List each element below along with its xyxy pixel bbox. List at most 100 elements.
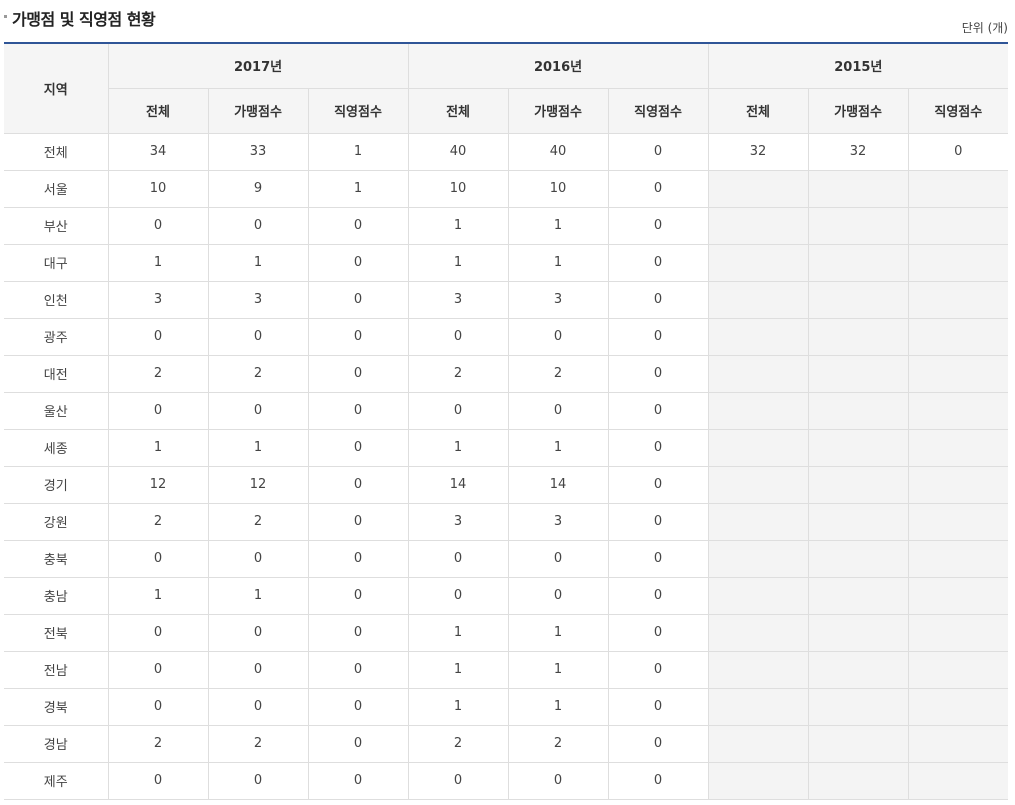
value-cell: 0 — [907, 132, 1009, 171]
value-cell — [707, 169, 809, 208]
value-cell — [707, 761, 809, 800]
value-cell — [807, 539, 909, 578]
value-cell — [707, 317, 809, 356]
value-cell — [907, 724, 1009, 763]
value-cell: 0 — [607, 613, 709, 652]
value-cell: 0 — [507, 539, 609, 578]
value-cell: 0 — [307, 724, 409, 763]
value-cell: 0 — [307, 206, 409, 245]
year-header-2016: 2016년 — [407, 42, 709, 89]
value-cell — [907, 650, 1009, 689]
value-cell: 1 — [507, 243, 609, 282]
value-cell — [807, 391, 909, 430]
value-cell: 0 — [307, 539, 409, 578]
year-header-row: 지역 2017년 2016년 2015년 — [4, 42, 1009, 134]
value-cell: 1 — [207, 428, 309, 467]
sub-header-direct: 직영점수 — [307, 87, 409, 134]
table-row: 충북 0 0 0 0 0 0 — [4, 539, 1009, 578]
table-row: 부산 0 0 0 1 1 0 — [4, 206, 1009, 245]
value-cell: 0 — [307, 687, 409, 726]
value-cell: 0 — [107, 206, 209, 245]
value-cell: 0 — [207, 761, 309, 800]
region-cell: 충북 — [4, 539, 109, 578]
value-cell: 0 — [207, 206, 309, 245]
table-row: 서울 10 9 1 10 10 0 — [4, 169, 1009, 208]
value-cell — [707, 687, 809, 726]
value-cell — [907, 169, 1009, 208]
value-cell: 40 — [407, 132, 509, 171]
table-row: 전북 0 0 0 1 1 0 — [4, 613, 1009, 652]
value-cell: 0 — [507, 761, 609, 800]
region-cell: 전체 — [4, 132, 109, 171]
value-cell: 0 — [307, 761, 409, 800]
value-cell: 0 — [407, 391, 509, 430]
region-cell: 서울 — [4, 169, 109, 208]
sub-header-total: 전체 — [407, 87, 509, 134]
section-title: 가맹점 및 직영점 현황 — [12, 10, 156, 29]
value-cell — [707, 502, 809, 541]
value-cell: 0 — [307, 465, 409, 504]
table-row: 충남 1 1 0 0 0 0 — [4, 576, 1009, 615]
value-cell: 3 — [407, 502, 509, 541]
value-cell: 1 — [507, 206, 609, 245]
value-cell — [707, 354, 809, 393]
year-header-2017: 2017년 — [107, 42, 409, 89]
value-cell — [807, 280, 909, 319]
region-cell: 경기 — [4, 465, 109, 504]
value-cell — [707, 243, 809, 282]
value-cell: 0 — [407, 761, 509, 800]
value-cell: 0 — [607, 761, 709, 800]
value-cell — [807, 650, 909, 689]
value-cell: 0 — [307, 317, 409, 356]
value-cell — [907, 465, 1009, 504]
value-cell: 0 — [407, 317, 509, 356]
table-row: 전체 34 33 1 40 40 0 32 32 0 — [4, 132, 1009, 171]
value-cell — [807, 761, 909, 800]
value-cell — [907, 576, 1009, 615]
value-cell — [707, 650, 809, 689]
table-row: 인천 3 3 0 3 3 0 — [4, 280, 1009, 319]
value-cell: 1 — [107, 243, 209, 282]
value-cell — [807, 317, 909, 356]
region-cell: 대구 — [4, 243, 109, 282]
value-cell — [907, 391, 1009, 430]
value-cell — [807, 428, 909, 467]
value-cell: 0 — [307, 391, 409, 430]
table-row: 광주 0 0 0 0 0 0 — [4, 317, 1009, 356]
value-cell: 2 — [507, 354, 609, 393]
value-cell: 0 — [307, 613, 409, 652]
value-cell: 0 — [107, 539, 209, 578]
region-cell: 울산 — [4, 391, 109, 430]
value-cell: 0 — [407, 539, 509, 578]
value-cell: 14 — [507, 465, 609, 504]
region-cell: 세종 — [4, 428, 109, 467]
value-cell: 0 — [207, 650, 309, 689]
value-cell: 2 — [407, 724, 509, 763]
value-cell — [807, 724, 909, 763]
value-cell: 1 — [407, 650, 509, 689]
value-cell: 12 — [107, 465, 209, 504]
value-cell: 12 — [207, 465, 309, 504]
value-cell: 0 — [607, 465, 709, 504]
value-cell: 2 — [207, 502, 309, 541]
value-cell: 1 — [107, 576, 209, 615]
value-cell — [907, 428, 1009, 467]
value-cell: 1 — [307, 169, 409, 208]
value-cell: 0 — [307, 576, 409, 615]
value-cell: 1 — [507, 428, 609, 467]
value-cell — [807, 687, 909, 726]
sub-header-total: 전체 — [108, 87, 209, 134]
value-cell: 1 — [407, 243, 509, 282]
table-row: 세종 1 1 0 1 1 0 — [4, 428, 1009, 467]
value-cell: 0 — [607, 243, 709, 282]
table-row: 제주 0 0 0 0 0 0 — [4, 761, 1009, 800]
value-cell: 0 — [207, 613, 309, 652]
value-cell: 0 — [607, 502, 709, 541]
value-cell — [907, 206, 1009, 245]
sub-header-franchise: 가맹점수 — [207, 87, 309, 134]
value-cell: 32 — [707, 132, 809, 171]
value-cell: 1 — [507, 613, 609, 652]
value-cell — [807, 576, 909, 615]
value-cell: 32 — [807, 132, 909, 171]
value-cell: 1 — [307, 132, 409, 171]
